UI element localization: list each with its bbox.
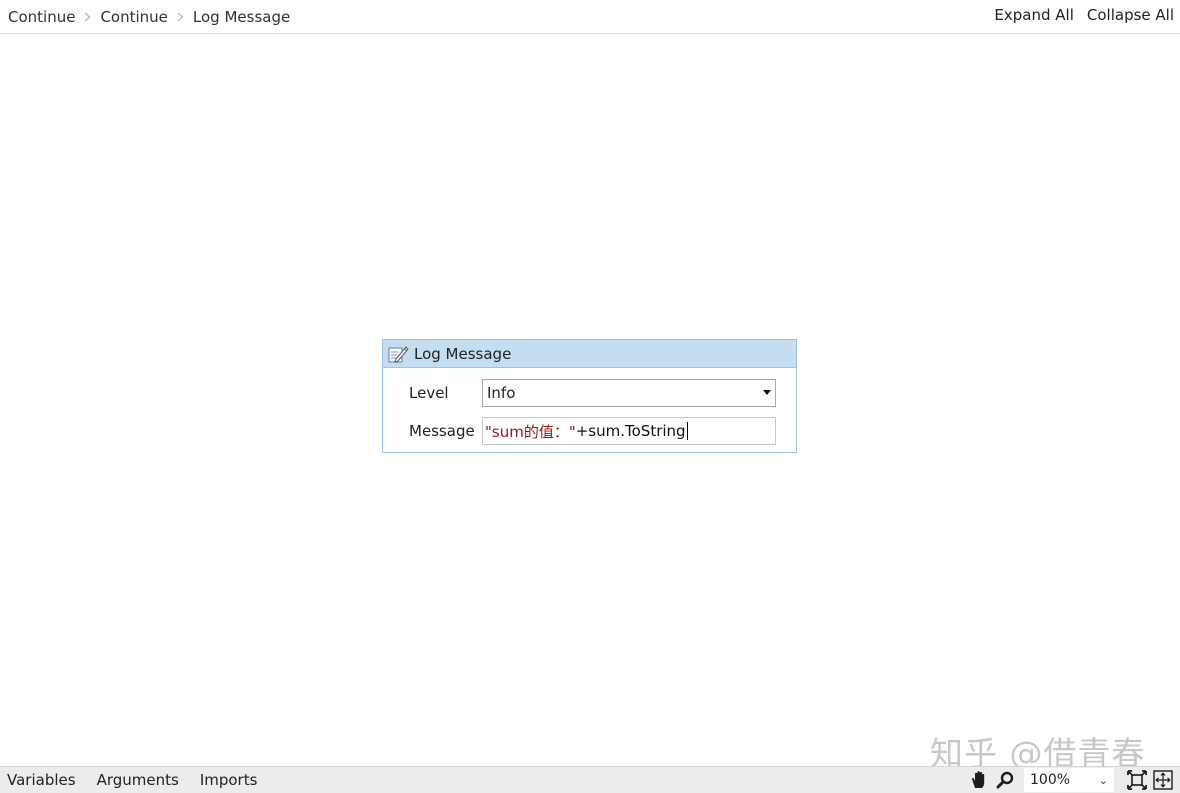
breadcrumb-item-log-message[interactable]: Log Message: [193, 8, 290, 26]
edit-log-icon: [387, 344, 409, 364]
designer-top-bar: Continue Continue Log Message Expand All…: [0, 0, 1180, 34]
breadcrumb-item-continue-1[interactable]: Continue: [8, 8, 75, 26]
zoom-level-value: 100%: [1030, 772, 1071, 788]
hand-pan-icon[interactable]: [966, 768, 992, 792]
header-actions: Expand All Collapse All: [994, 6, 1174, 24]
tab-imports[interactable]: Imports: [200, 771, 258, 789]
chevron-right-icon: [177, 12, 184, 22]
text-caret: [686, 422, 688, 440]
activity-title: Log Message: [414, 344, 512, 363]
level-row: Level Info: [383, 378, 796, 408]
breadcrumb: Continue Continue Log Message: [8, 8, 290, 26]
zoom-level-select[interactable]: 100% ⌄: [1024, 768, 1114, 792]
activity-header[interactable]: Log Message: [383, 340, 796, 368]
message-input[interactable]: "sum的值：" +sum.ToString: [482, 417, 776, 445]
level-label: Level: [409, 384, 449, 402]
chevron-down-icon[interactable]: ⌄: [1099, 774, 1108, 787]
fit-to-screen-icon[interactable]: [1124, 768, 1150, 792]
chevron-right-icon: [84, 12, 92, 22]
message-expression: +sum.ToString: [575, 422, 686, 440]
zoom-tools: 100% ⌄: [966, 768, 1176, 792]
tab-variables[interactable]: Variables: [7, 771, 76, 789]
message-row: Message "sum的值：" +sum.ToString: [383, 417, 796, 445]
message-label: Message: [409, 422, 475, 440]
bottom-tabs: Variables Arguments Imports: [7, 771, 257, 789]
message-string-literal: "sum的值：": [485, 422, 576, 441]
level-select[interactable]: Info: [482, 379, 776, 407]
overview-icon[interactable]: [1150, 768, 1176, 792]
dropdown-arrow-icon[interactable]: [763, 390, 771, 395]
designer-bottom-bar: Variables Arguments Imports 100% ⌄: [0, 766, 1180, 793]
level-selected-value: Info: [487, 384, 516, 402]
tab-arguments[interactable]: Arguments: [97, 771, 179, 789]
breadcrumb-item-continue-2[interactable]: Continue: [100, 8, 167, 26]
collapse-all-button[interactable]: Collapse All: [1087, 6, 1174, 24]
expand-all-button[interactable]: Expand All: [994, 6, 1073, 24]
log-message-activity[interactable]: Log Message Level Info Message "sum的值：" +…: [382, 339, 797, 453]
zoom-search-icon[interactable]: [992, 768, 1018, 792]
